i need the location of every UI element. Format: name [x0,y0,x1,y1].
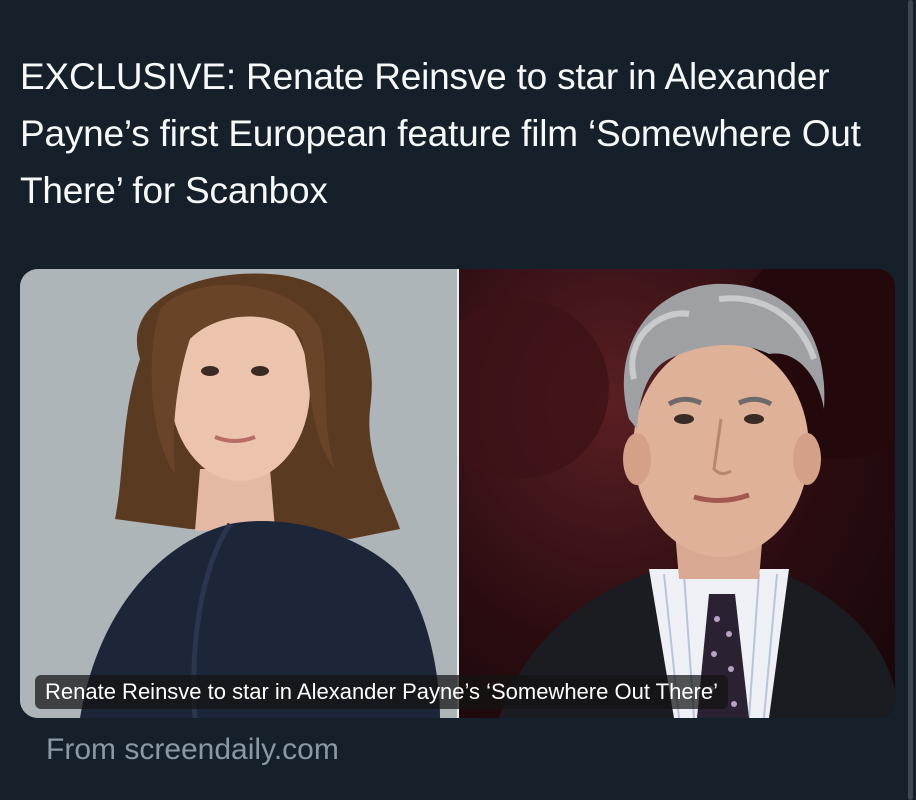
tweet-text: EXCLUSIVE: Renate Reinsve to star in Ale… [20,56,861,211]
woman-portrait-image [20,269,457,718]
link-card[interactable]: Renate Reinsve to star in Alexander Payn… [20,269,895,718]
man-portrait-image [459,269,895,718]
link-source[interactable]: From screendaily.com [46,730,339,770]
link-card-caption: Renate Reinsve to star in Alexander Payn… [35,675,728,709]
scrollbar[interactable] [908,0,913,800]
